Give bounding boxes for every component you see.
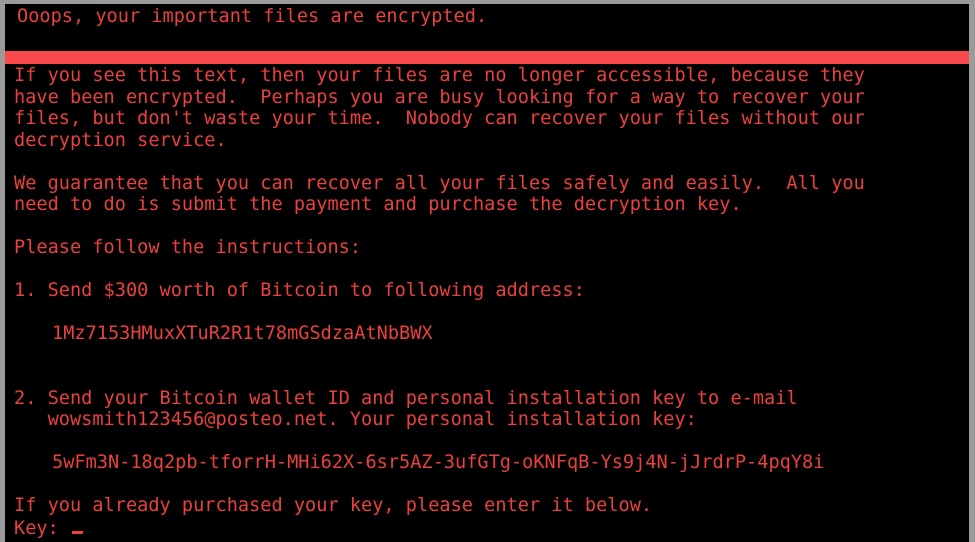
key-entry-row[interactable]: Key: — [14, 517, 969, 540]
step-2-line-1: 2. Send your Bitcoin wallet ID and perso… — [14, 387, 798, 409]
intro-line-4: decryption service. — [14, 129, 227, 151]
key-input-label: Key: — [14, 517, 70, 539]
ransom-note-window: Ooops, your important files are encrypte… — [0, 0, 975, 542]
intro-line-1: If you see this text, then your files ar… — [14, 65, 865, 86]
intro-line-3: files, but don't waste your time. Nobody… — [14, 108, 865, 129]
instructions-heading: Please follow the instructions: — [14, 237, 362, 258]
guarantee-line-2: need to do is submit the payment and pur… — [14, 194, 742, 215]
step-1-text: 1. Send $300 worth of Bitcoin to followi… — [14, 280, 585, 301]
intro-line-2: have been encrypted. Perhaps you are bus… — [14, 86, 865, 108]
text-cursor — [71, 517, 83, 534]
personal-installation-key[interactable]: 5wFm3N-18q2pb-tforrH-MHi62X-6sr5AZ-3ufGT… — [14, 452, 969, 474]
already-purchased-text: If you already purchased your key, pleas… — [14, 495, 653, 516]
page-title: Ooops, your important files are encrypte… — [17, 6, 488, 27]
terminal-screen: Ooops, your important files are encrypte… — [5, 4, 969, 542]
bitcoin-address[interactable]: 1Mz7153HMuxXTuR2R1t78mGSdzaAtNbBWX — [14, 323, 969, 345]
guarantee-line-1: We guarantee that you can recover all yo… — [14, 172, 865, 194]
step-2-line-2: wowsmith123456@posteo.net. Your personal… — [14, 409, 697, 430]
ransom-message-body: If you see this text, then your files ar… — [14, 65, 969, 539]
red-separator-bar — [5, 51, 969, 64]
